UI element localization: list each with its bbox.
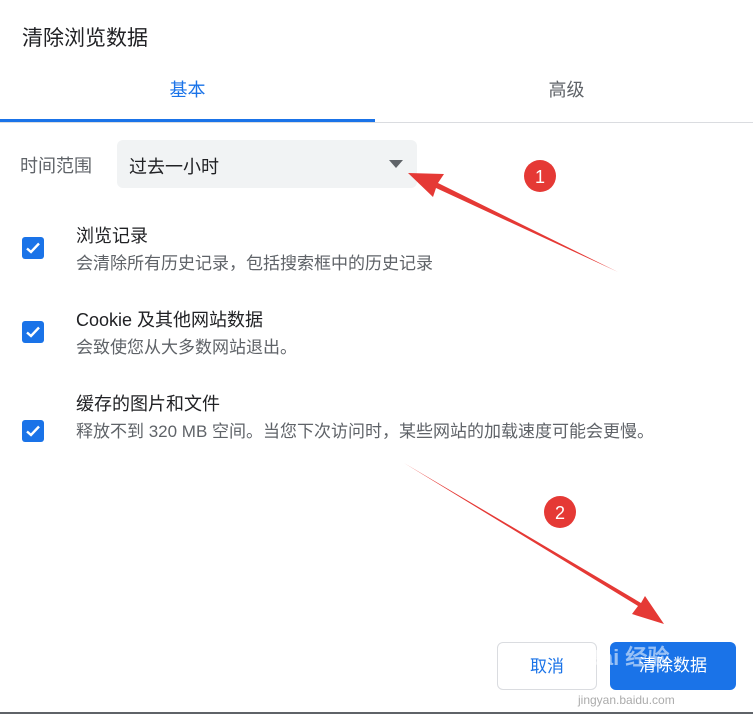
cache-checkbox[interactable] bbox=[22, 420, 44, 442]
tab-basic[interactable]: 基本 bbox=[0, 70, 375, 122]
time-range-value: 过去一小时 bbox=[129, 157, 219, 177]
cache-title: 缓存的图片和文件 bbox=[76, 394, 220, 414]
tab-advanced[interactable]: 高级 bbox=[380, 70, 753, 122]
cookies-checkbox[interactable] bbox=[22, 321, 44, 343]
clear-data-button[interactable]: 清除数据 bbox=[610, 642, 736, 690]
time-range-label: 时间范围 bbox=[20, 156, 92, 176]
active-tab-indicator bbox=[0, 119, 375, 122]
dropdown-arrow-icon bbox=[389, 160, 403, 168]
cancel-button[interactable]: 取消 bbox=[497, 642, 597, 690]
checkmark-icon bbox=[26, 425, 40, 437]
tab-basic-label: 基本 bbox=[169, 80, 206, 100]
tab-bar: 基本 高级 bbox=[0, 70, 753, 123]
browsing-history-checkbox[interactable] bbox=[22, 237, 44, 259]
checkmark-icon bbox=[26, 326, 40, 338]
browsing-history-description: 会清除所有历史记录，包括搜索框中的历史记录 bbox=[76, 254, 433, 273]
time-range-dropdown[interactable]: 过去一小时 bbox=[117, 140, 417, 188]
dialog-title: 清除浏览数据 bbox=[22, 27, 148, 50]
cookies-description: 会致使您从大多数网站退出。 bbox=[76, 338, 297, 357]
clear-browsing-data-dialog: 清除浏览数据 基本 高级 时间范围 过去一小时 浏览记录 会清除所有历史记录，包… bbox=[0, 0, 753, 716]
browsing-history-title: 浏览记录 bbox=[76, 226, 148, 246]
cookies-title: Cookie 及其他网站数据 bbox=[76, 310, 264, 330]
cache-description: 释放不到 320 MB 空间。当您下次访问时，某些网站的加载速度可能会更慢。 bbox=[76, 422, 655, 441]
checkmark-icon bbox=[26, 242, 40, 254]
tab-advanced-label: 高级 bbox=[548, 80, 585, 100]
window-bottom-border bbox=[0, 712, 753, 714]
